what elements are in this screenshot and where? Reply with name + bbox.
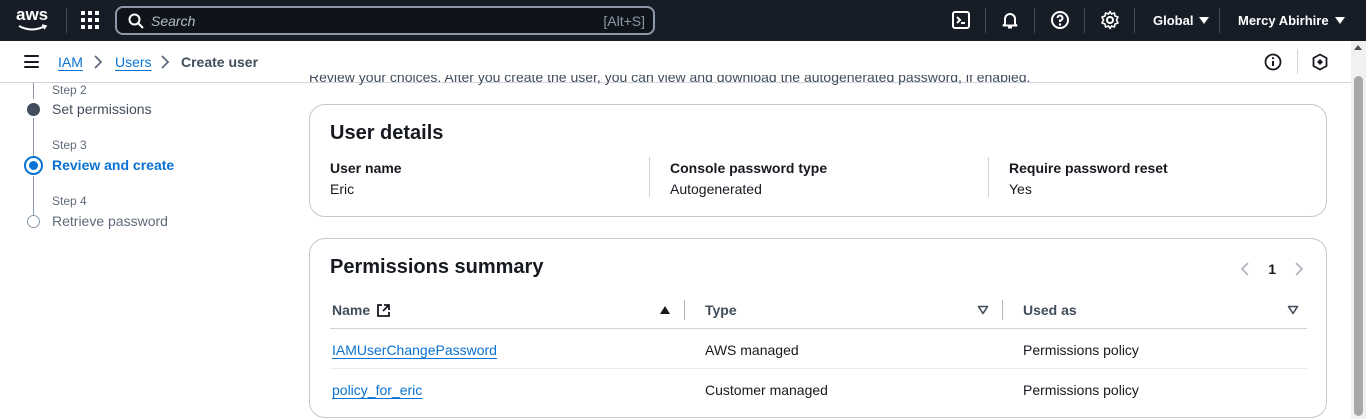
column-header-label: Type xyxy=(705,302,737,318)
aws-logo-text: aws xyxy=(16,5,49,24)
policy-used-as-cell: Permissions policy xyxy=(1023,342,1139,358)
account-name: Mercy Abirhire xyxy=(1238,13,1329,28)
wizard-steps: Step 2 Set permissions Step 3 Review and… xyxy=(0,83,290,419)
scroll-thumb[interactable] xyxy=(1354,76,1363,416)
pagination: 1 xyxy=(1240,261,1304,277)
page-description: Review your choices. After you create th… xyxy=(309,75,1031,85)
column-divider xyxy=(649,157,650,197)
field-value: Yes xyxy=(1009,181,1032,197)
column-header-label: Used as xyxy=(1023,302,1077,318)
nav-divider xyxy=(1134,8,1135,33)
nav-divider xyxy=(1219,8,1220,33)
step-2-label: Step 2 xyxy=(52,83,87,97)
menu-hamburger-icon[interactable] xyxy=(24,55,39,68)
policy-type-cell: Customer managed xyxy=(705,382,828,398)
step-2-title[interactable]: Set permissions xyxy=(52,101,152,117)
chevron-right-icon xyxy=(94,55,103,69)
top-navigation: aws [Alt+S] xyxy=(0,0,1366,41)
step-4-title: Retrieve password xyxy=(52,213,168,229)
sort-ascending-icon[interactable] xyxy=(660,306,670,314)
breadcrumb-users[interactable]: Users xyxy=(115,54,152,70)
column-divider[interactable] xyxy=(684,300,685,320)
search-input[interactable] xyxy=(151,11,571,31)
field-key: Require password reset xyxy=(1009,160,1168,176)
help-icon[interactable] xyxy=(1050,10,1070,30)
chevron-left-icon[interactable] xyxy=(1240,261,1250,277)
account-menu[interactable]: Mercy Abirhire xyxy=(1238,13,1345,28)
user-details-card: User details User name Eric Console pass… xyxy=(309,104,1327,217)
aws-logo[interactable]: aws xyxy=(16,6,50,34)
step-active-dot xyxy=(24,156,43,175)
step-connector xyxy=(33,83,34,99)
field-key: Console password type xyxy=(670,160,828,176)
chevron-down-icon xyxy=(1199,17,1210,24)
breadcrumb-current: Create user xyxy=(181,54,259,70)
nav-divider xyxy=(66,8,67,33)
column-header-used-as[interactable]: Used as xyxy=(1023,302,1077,318)
field-key: User name xyxy=(330,160,402,176)
breadcrumb-divider xyxy=(1297,49,1298,74)
step-3-label: Step 3 xyxy=(52,138,87,152)
field-value: Autogenerated xyxy=(670,181,762,197)
hexagon-settings-icon[interactable] xyxy=(1311,53,1329,71)
page-number[interactable]: 1 xyxy=(1268,261,1276,277)
aws-smile-icon xyxy=(18,24,48,31)
apps-grid-icon[interactable] xyxy=(81,11,99,29)
table-row: policy_for_eric Customer managed Permiss… xyxy=(330,369,1307,409)
sort-descending-icon[interactable] xyxy=(977,305,989,315)
column-divider[interactable] xyxy=(1002,300,1003,320)
info-icon[interactable] xyxy=(1264,53,1282,71)
step-connector xyxy=(33,176,34,216)
column-header-name[interactable]: Name xyxy=(332,302,391,318)
region-selector[interactable]: Global xyxy=(1153,13,1210,28)
table-header: Name Type Used as xyxy=(330,291,1307,329)
require-password-reset-field: Require password reset Yes xyxy=(1009,160,1168,197)
console-password-type-field: Console password type Autogenerated xyxy=(670,160,827,197)
chevron-down-icon xyxy=(1334,17,1345,24)
column-divider xyxy=(988,157,989,197)
step-3-title: Review and create xyxy=(52,157,175,173)
nav-divider xyxy=(1034,8,1035,33)
step-connector xyxy=(33,118,34,160)
external-link-icon xyxy=(377,303,391,317)
scroll-up-arrow-icon[interactable] xyxy=(1354,45,1362,50)
user-details-title: User details xyxy=(330,122,444,144)
chevron-right-icon xyxy=(161,55,170,69)
notifications-bell-icon[interactable] xyxy=(1000,10,1020,30)
permissions-summary-title: Permissions summary xyxy=(330,256,544,278)
settings-gear-icon[interactable] xyxy=(1100,10,1120,30)
policy-name-cell: policy_for_eric xyxy=(332,382,422,398)
breadcrumb-iam[interactable]: IAM xyxy=(58,54,83,70)
policy-used-as-cell: Permissions policy xyxy=(1023,382,1139,398)
region-label: Global xyxy=(1153,13,1194,28)
permissions-table: Name Type Used as IAMUserChangePassword … xyxy=(330,291,1307,409)
nav-divider xyxy=(985,8,986,33)
field-value: Eric xyxy=(330,181,355,197)
table-row: IAMUserChangePassword AWS managed Permis… xyxy=(330,329,1307,369)
search-box[interactable]: [Alt+S] xyxy=(115,6,655,35)
chevron-right-icon[interactable] xyxy=(1294,261,1304,277)
column-header-type[interactable]: Type xyxy=(705,302,737,318)
sort-descending-icon[interactable] xyxy=(1287,305,1299,315)
search-shortcut: [Alt+S] xyxy=(603,13,645,29)
page-scrollbar[interactable] xyxy=(1351,41,1366,419)
step-pending-dot xyxy=(27,215,40,228)
step-4-label: Step 4 xyxy=(52,194,87,208)
step-done-dot xyxy=(27,103,40,116)
cloudshell-icon[interactable] xyxy=(951,10,971,30)
nav-divider xyxy=(1084,8,1085,33)
user-name-field: User name Eric xyxy=(330,160,402,197)
policy-link[interactable]: policy_for_eric xyxy=(332,382,422,398)
policy-name-cell: IAMUserChangePassword xyxy=(332,342,497,358)
permissions-summary-card: Permissions summary 1 Name Type Used as … xyxy=(309,238,1327,418)
policy-link[interactable]: IAMUserChangePassword xyxy=(332,342,497,358)
search-icon xyxy=(128,13,144,29)
column-header-label: Name xyxy=(332,302,371,318)
policy-type-cell: AWS managed xyxy=(705,342,799,358)
